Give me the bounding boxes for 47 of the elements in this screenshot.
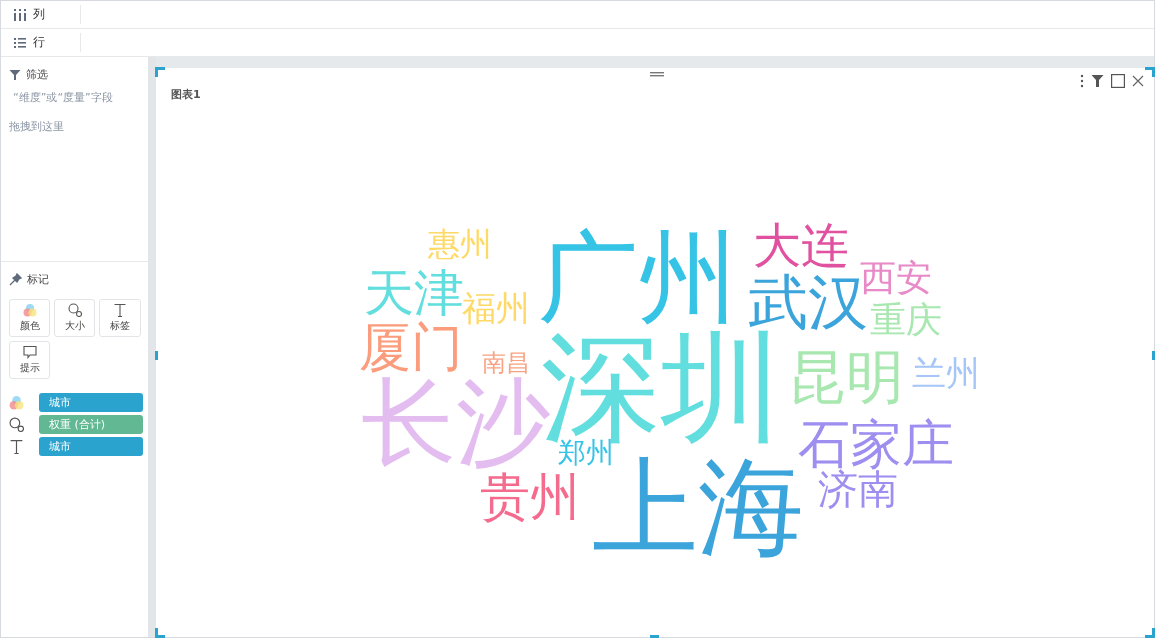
resize-handle[interactable] (1145, 67, 1155, 77)
pin-icon (9, 273, 22, 286)
resize-handle[interactable] (155, 628, 165, 638)
resize-handle[interactable] (650, 635, 659, 638)
list-icon (13, 35, 27, 50)
resize-handle[interactable] (155, 67, 165, 77)
section-title: 标记 (27, 272, 49, 287)
resize-handle[interactable] (1145, 628, 1155, 638)
resize-handle[interactable] (1152, 351, 1155, 360)
color-circles-icon (9, 395, 24, 410)
color-circles-icon (22, 303, 37, 317)
word-cloud-word: 天津 (364, 268, 464, 318)
chart-title: 图表1 (171, 88, 201, 101)
filter-icon[interactable] (1091, 74, 1104, 88)
drag-handle-icon (650, 71, 664, 79)
word-cloud-word: 重庆 (870, 302, 942, 338)
word-cloud-word: 石家庄 (798, 418, 954, 470)
word-cloud-word: 济南 (818, 469, 898, 509)
columns-icon (13, 7, 27, 22)
word-cloud-word: 广州 (538, 228, 738, 328)
word-cloud-word: 惠州 (428, 228, 492, 260)
word-cloud-word: 南昌 (482, 351, 530, 375)
word-cloud-word: 福州 (462, 291, 530, 325)
drop-hint: “维度”或“度量”字段 (13, 90, 114, 105)
word-cloud-word: 昆明 (788, 348, 904, 406)
size-circles-icon (9, 417, 24, 432)
filter-icon (9, 68, 21, 81)
shelf-label: 行 (33, 34, 45, 51)
close-icon[interactable] (1132, 75, 1144, 87)
section-title: 筛选 (26, 67, 48, 82)
more-icon[interactable] (1080, 74, 1084, 88)
text-icon (9, 439, 24, 454)
drop-hint: 拖拽到这里 (9, 119, 65, 134)
mark-button[interactable]: 提示 (9, 341, 50, 379)
word-cloud-word: 兰州 (912, 356, 980, 390)
word-cloud-word: 厦门 (359, 321, 463, 373)
maximize-icon[interactable] (1111, 74, 1125, 88)
resize-handle[interactable] (155, 351, 158, 360)
shelf-label: 列 (33, 6, 45, 23)
mark-button[interactable]: 标签 (99, 299, 141, 337)
mark-button[interactable]: 颜色 (9, 299, 50, 337)
size-circles-icon (67, 303, 82, 317)
speech-bubble-icon (22, 345, 37, 359)
word-cloud-word: 大连 (753, 221, 849, 269)
word-cloud-word: 贵州 (480, 472, 580, 522)
text-icon (113, 303, 127, 317)
mark-button[interactable]: 大小 (54, 299, 95, 337)
